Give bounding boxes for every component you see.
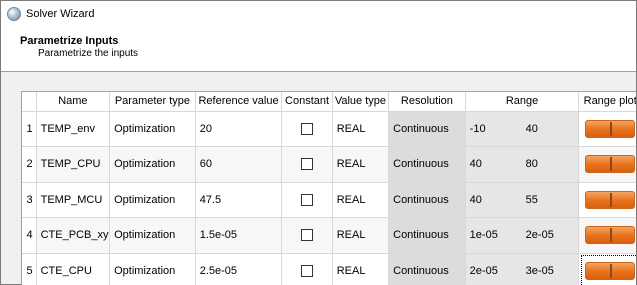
parameter-type-cell[interactable]: Optimization <box>109 217 196 254</box>
range-max[interactable]: 55 <box>526 194 538 206</box>
parameter-type-cell[interactable]: Optimization <box>109 182 196 218</box>
parameter-name-cell[interactable]: TEMP_MCU <box>36 182 111 218</box>
range-plot-cell <box>578 111 636 147</box>
reference-value-cell[interactable]: 1.5e-05 <box>195 217 283 254</box>
column-header-constant[interactable]: Constant <box>281 92 333 112</box>
range-plot-marker[interactable] <box>610 192 613 207</box>
row-index: 4 <box>22 217 37 254</box>
range-max[interactable]: 3e-05 <box>526 265 554 277</box>
range-plot-cell <box>578 253 636 285</box>
range-cell[interactable]: 40 80 <box>465 146 580 183</box>
value-type-cell[interactable]: REAL <box>332 217 390 254</box>
range-plot-marker[interactable] <box>610 263 613 278</box>
constant-checkbox[interactable] <box>301 193 314 206</box>
range-plot-slider[interactable] <box>585 261 636 280</box>
row-index: 1 <box>22 111 37 147</box>
column-header-name[interactable]: Name <box>36 92 111 112</box>
range-max[interactable]: 2e-05 <box>526 229 554 241</box>
range-cell[interactable]: 2e-05 3e-05 <box>465 253 580 285</box>
row-index: 2 <box>22 146 37 183</box>
range-min[interactable]: 40 <box>470 158 526 170</box>
resolution-cell[interactable]: Continuous <box>388 182 466 218</box>
parameters-table: Name Parameter type Reference value Cons… <box>21 91 636 285</box>
column-header-range-plot[interactable]: Range plot <box>578 92 636 112</box>
resolution-cell[interactable]: Continuous <box>388 111 466 147</box>
range-plot-cell <box>578 217 636 254</box>
table-row[interactable]: 2 TEMP_CPU Optimization 60 REAL Continuo… <box>22 146 636 183</box>
range-plot-cell <box>578 182 636 218</box>
title-bar: Solver Wizard <box>1 1 636 26</box>
page-subtitle: Parametrize the inputs <box>38 48 139 59</box>
range-plot-marker[interactable] <box>610 157 613 172</box>
range-plot-marker[interactable] <box>610 121 613 136</box>
resolution-cell[interactable]: Continuous <box>388 217 466 254</box>
row-index: 3 <box>22 182 37 218</box>
value-type-cell[interactable]: REAL <box>332 253 390 285</box>
solver-wizard-window: Solver Wizard Parametrize Inputs Paramet… <box>0 0 637 285</box>
range-max[interactable]: 80 <box>526 158 538 170</box>
reference-value-cell[interactable]: 2.5e-05 <box>195 253 283 285</box>
value-type-cell[interactable]: REAL <box>332 111 390 147</box>
range-min[interactable]: 1e-05 <box>470 229 526 241</box>
table-header-row: Name Parameter type Reference value Cons… <box>22 92 636 112</box>
range-plot-cell <box>578 146 636 183</box>
reference-value-cell[interactable]: 60 <box>195 146 283 183</box>
row-index: 5 <box>22 253 37 285</box>
table-row[interactable]: 5 CTE_CPU Optimization 2.5e-05 REAL Cont… <box>22 253 636 285</box>
constant-checkbox[interactable] <box>301 122 314 135</box>
column-header-parameter-type[interactable]: Parameter type <box>109 92 196 112</box>
range-cell[interactable]: -10 40 <box>465 111 580 147</box>
column-header-index <box>22 92 37 112</box>
parameter-name-cell[interactable]: TEMP_env <box>36 111 111 147</box>
range-min[interactable]: -10 <box>470 123 526 135</box>
window-title: Solver Wizard <box>26 7 95 20</box>
constant-cell <box>281 217 333 254</box>
parameter-name-cell[interactable]: TEMP_CPU <box>36 146 111 183</box>
column-header-reference-value[interactable]: Reference value <box>195 92 283 112</box>
range-plot-slider[interactable] <box>585 190 636 209</box>
constant-cell <box>281 182 333 218</box>
range-plot-slider[interactable] <box>585 226 636 245</box>
wizard-header: Parametrize Inputs Parametrize the input… <box>1 26 636 72</box>
resolution-cell[interactable]: Continuous <box>388 253 466 285</box>
range-plot-slider[interactable] <box>585 119 636 138</box>
table-row[interactable]: 4 CTE_PCB_xy Optimization 1.5e-05 REAL C… <box>22 217 636 254</box>
constant-cell <box>281 146 333 183</box>
value-type-cell[interactable]: REAL <box>332 146 390 183</box>
reference-value-cell[interactable]: 47.5 <box>195 182 283 218</box>
range-cell[interactable]: 40 55 <box>465 182 580 218</box>
range-min[interactable]: 40 <box>470 194 526 206</box>
constant-cell <box>281 253 333 285</box>
parameter-name-cell[interactable]: CTE_PCB_xy <box>36 217 111 254</box>
value-type-cell[interactable]: REAL <box>332 182 390 218</box>
parameter-name-cell[interactable]: CTE_CPU <box>36 253 111 285</box>
column-header-value-type[interactable]: Value type <box>332 92 390 112</box>
column-header-range[interactable]: Range <box>465 92 580 112</box>
solver-globe-icon <box>7 6 21 21</box>
column-header-resolution[interactable]: Resolution <box>388 92 466 112</box>
table-row[interactable]: 1 TEMP_env Optimization 20 REAL Continuo… <box>22 111 636 147</box>
range-max[interactable]: 40 <box>526 123 538 135</box>
parameter-type-cell[interactable]: Optimization <box>109 111 196 147</box>
reference-value-cell[interactable]: 20 <box>195 111 283 147</box>
constant-cell <box>281 111 333 147</box>
range-plot-slider[interactable] <box>585 155 636 174</box>
parameter-type-cell[interactable]: Optimization <box>109 146 196 183</box>
constant-checkbox[interactable] <box>301 264 314 277</box>
resolution-cell[interactable]: Continuous <box>388 146 466 183</box>
page-title: Parametrize Inputs <box>20 35 119 47</box>
range-min[interactable]: 2e-05 <box>470 265 526 277</box>
parameter-type-cell[interactable]: Optimization <box>109 253 196 285</box>
table-row[interactable]: 3 TEMP_MCU Optimization 47.5 REAL Contin… <box>22 182 636 218</box>
range-plot-marker[interactable] <box>610 228 613 243</box>
range-cell[interactable]: 1e-05 2e-05 <box>465 217 580 254</box>
constant-checkbox[interactable] <box>301 158 314 171</box>
constant-checkbox[interactable] <box>301 229 314 242</box>
